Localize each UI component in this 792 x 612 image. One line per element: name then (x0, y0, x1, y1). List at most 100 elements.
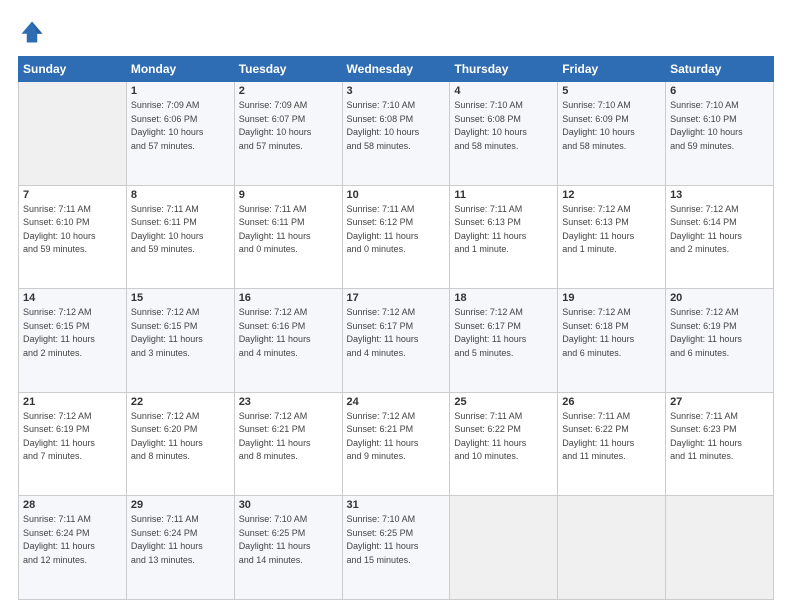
calendar-cell: 13 Sunrise: 7:12 AM Sunset: 6:14 PM Dayli… (666, 185, 774, 289)
day-number: 30 (239, 499, 338, 511)
day-info: Sunrise: 7:11 AM Sunset: 6:24 PM Dayligh… (131, 513, 230, 567)
calendar-cell: 2Sunrise: 7:09 AM Sunset: 6:07 PM Daylig… (234, 82, 342, 186)
calendar-cell: 26 Sunrise: 7:11 AM Sunset: 6:22 PM Dayli… (558, 392, 666, 496)
day-info: Sunrise: 7:11 AM Sunset: 6:11 PM Dayligh… (131, 203, 230, 257)
day-info: Sunrise: 7:11 AM Sunset: 6:11 PM Dayligh… (239, 203, 338, 257)
calendar-cell: 21 Sunrise: 7:12 AM Sunset: 6:19 PM Dayli… (19, 392, 127, 496)
page: SundayMondayTuesdayWednesdayThursdayFrid… (0, 0, 792, 612)
calendar-cell: 24 Sunrise: 7:12 AM Sunset: 6:21 PM Dayli… (342, 392, 450, 496)
calendar-cell: 20 Sunrise: 7:12 AM Sunset: 6:19 PM Dayli… (666, 289, 774, 393)
day-number: 1 (131, 85, 230, 97)
calendar-header-sunday: Sunday (19, 57, 127, 82)
calendar-cell: 8 Sunrise: 7:11 AM Sunset: 6:11 PM Daylig… (126, 185, 234, 289)
day-number: 7 (23, 189, 122, 201)
day-number: 23 (239, 396, 338, 408)
calendar-cell: 31 Sunrise: 7:10 AM Sunset: 6:25 PM Dayli… (342, 496, 450, 600)
day-number: 6 (670, 85, 769, 97)
calendar-header-wednesday: Wednesday (342, 57, 450, 82)
calendar-cell: 22Sunrise: 7:12 AM Sunset: 6:20 PM Dayli… (126, 392, 234, 496)
calendar-cell: 17 Sunrise: 7:12 AM Sunset: 6:17 PM Dayli… (342, 289, 450, 393)
day-info: Sunrise: 7:11 AM Sunset: 6:24 PM Dayligh… (23, 513, 122, 567)
day-number: 21 (23, 396, 122, 408)
day-info: Sunrise: 7:12 AM Sunset: 6:19 PM Dayligh… (670, 306, 769, 360)
calendar-week-1: 1 Sunrise: 7:09 AM Sunset: 6:06 PM Daylig… (19, 82, 774, 186)
calendar-cell (558, 496, 666, 600)
day-info: Sunrise: 7:12 AM Sunset: 6:13 PM Dayligh… (562, 203, 661, 257)
calendar-cell (19, 82, 127, 186)
day-number: 8 (131, 189, 230, 201)
day-info: Sunrise: 7:12 AM Sunset: 6:19 PM Dayligh… (23, 410, 122, 464)
day-info: Sunrise: 7:11 AM Sunset: 6:22 PM Dayligh… (454, 410, 553, 464)
day-number: 10 (347, 189, 446, 201)
day-number: 17 (347, 292, 446, 304)
calendar-header-tuesday: Tuesday (234, 57, 342, 82)
calendar-cell: 29 Sunrise: 7:11 AM Sunset: 6:24 PM Dayli… (126, 496, 234, 600)
day-info: Sunrise: 7:11 AM Sunset: 6:12 PM Dayligh… (347, 203, 446, 257)
logo-icon (18, 18, 46, 46)
day-info: Sunrise: 7:12 AM Sunset: 6:21 PM Dayligh… (347, 410, 446, 464)
calendar-cell: 19 Sunrise: 7:12 AM Sunset: 6:18 PM Dayli… (558, 289, 666, 393)
day-number: 24 (347, 396, 446, 408)
day-info: Sunrise: 7:12 AM Sunset: 6:21 PM Dayligh… (239, 410, 338, 464)
day-info: Sunrise: 7:10 AM Sunset: 6:08 PM Dayligh… (454, 99, 553, 153)
calendar-cell: 16Sunrise: 7:12 AM Sunset: 6:16 PM Dayli… (234, 289, 342, 393)
calendar-cell: 11Sunrise: 7:11 AM Sunset: 6:13 PM Dayli… (450, 185, 558, 289)
day-info: Sunrise: 7:09 AM Sunset: 6:06 PM Dayligh… (131, 99, 230, 153)
calendar-cell: 7 Sunrise: 7:11 AM Sunset: 6:10 PM Daylig… (19, 185, 127, 289)
calendar-week-3: 14 Sunrise: 7:12 AM Sunset: 6:15 PM Dayli… (19, 289, 774, 393)
day-number: 13 (670, 189, 769, 201)
day-number: 14 (23, 292, 122, 304)
day-number: 11 (454, 189, 553, 201)
day-number: 28 (23, 499, 122, 511)
day-info: Sunrise: 7:10 AM Sunset: 6:25 PM Dayligh… (347, 513, 446, 567)
calendar-cell: 18 Sunrise: 7:12 AM Sunset: 6:17 PM Dayli… (450, 289, 558, 393)
day-info: Sunrise: 7:12 AM Sunset: 6:18 PM Dayligh… (562, 306, 661, 360)
calendar-cell: 9 Sunrise: 7:11 AM Sunset: 6:11 PM Daylig… (234, 185, 342, 289)
calendar-cell: 30 Sunrise: 7:10 AM Sunset: 6:25 PM Dayli… (234, 496, 342, 600)
day-info: Sunrise: 7:10 AM Sunset: 6:10 PM Dayligh… (670, 99, 769, 153)
day-number: 2 (239, 85, 338, 97)
day-info: Sunrise: 7:10 AM Sunset: 6:25 PM Dayligh… (239, 513, 338, 567)
day-number: 3 (347, 85, 446, 97)
day-info: Sunrise: 7:11 AM Sunset: 6:22 PM Dayligh… (562, 410, 661, 464)
calendar-header-saturday: Saturday (666, 57, 774, 82)
day-info: Sunrise: 7:11 AM Sunset: 6:10 PM Dayligh… (23, 203, 122, 257)
day-number: 18 (454, 292, 553, 304)
day-info: Sunrise: 7:11 AM Sunset: 6:23 PM Dayligh… (670, 410, 769, 464)
day-number: 4 (454, 85, 553, 97)
day-info: Sunrise: 7:10 AM Sunset: 6:09 PM Dayligh… (562, 99, 661, 153)
day-number: 29 (131, 499, 230, 511)
calendar-week-4: 21 Sunrise: 7:12 AM Sunset: 6:19 PM Dayli… (19, 392, 774, 496)
calendar-header-friday: Friday (558, 57, 666, 82)
day-info: Sunrise: 7:12 AM Sunset: 6:17 PM Dayligh… (347, 306, 446, 360)
calendar-cell: 15 Sunrise: 7:12 AM Sunset: 6:15 PM Dayli… (126, 289, 234, 393)
calendar-week-5: 28 Sunrise: 7:11 AM Sunset: 6:24 PM Dayli… (19, 496, 774, 600)
calendar-cell (450, 496, 558, 600)
calendar-header-row: SundayMondayTuesdayWednesdayThursdayFrid… (19, 57, 774, 82)
day-info: Sunrise: 7:12 AM Sunset: 6:16 PM Dayligh… (239, 306, 338, 360)
calendar-cell: 25Sunrise: 7:11 AM Sunset: 6:22 PM Dayli… (450, 392, 558, 496)
calendar-cell: 1 Sunrise: 7:09 AM Sunset: 6:06 PM Daylig… (126, 82, 234, 186)
calendar-cell: 27Sunrise: 7:11 AM Sunset: 6:23 PM Dayli… (666, 392, 774, 496)
logo (18, 18, 50, 46)
day-info: Sunrise: 7:12 AM Sunset: 6:15 PM Dayligh… (23, 306, 122, 360)
day-info: Sunrise: 7:12 AM Sunset: 6:14 PM Dayligh… (670, 203, 769, 257)
header (18, 18, 774, 46)
day-number: 31 (347, 499, 446, 511)
calendar-week-2: 7 Sunrise: 7:11 AM Sunset: 6:10 PM Daylig… (19, 185, 774, 289)
calendar-cell: 10 Sunrise: 7:11 AM Sunset: 6:12 PM Dayli… (342, 185, 450, 289)
calendar-cell: 28 Sunrise: 7:11 AM Sunset: 6:24 PM Dayli… (19, 496, 127, 600)
day-number: 20 (670, 292, 769, 304)
day-info: Sunrise: 7:12 AM Sunset: 6:17 PM Dayligh… (454, 306, 553, 360)
calendar-cell: 6 Sunrise: 7:10 AM Sunset: 6:10 PM Daylig… (666, 82, 774, 186)
day-info: Sunrise: 7:10 AM Sunset: 6:08 PM Dayligh… (347, 99, 446, 153)
day-info: Sunrise: 7:12 AM Sunset: 6:15 PM Dayligh… (131, 306, 230, 360)
day-number: 9 (239, 189, 338, 201)
calendar-cell: 3 Sunrise: 7:10 AM Sunset: 6:08 PM Daylig… (342, 82, 450, 186)
calendar-cell: 12Sunrise: 7:12 AM Sunset: 6:13 PM Dayli… (558, 185, 666, 289)
calendar-cell: 14 Sunrise: 7:12 AM Sunset: 6:15 PM Dayli… (19, 289, 127, 393)
day-number: 26 (562, 396, 661, 408)
day-number: 15 (131, 292, 230, 304)
day-number: 22 (131, 396, 230, 408)
day-number: 19 (562, 292, 661, 304)
